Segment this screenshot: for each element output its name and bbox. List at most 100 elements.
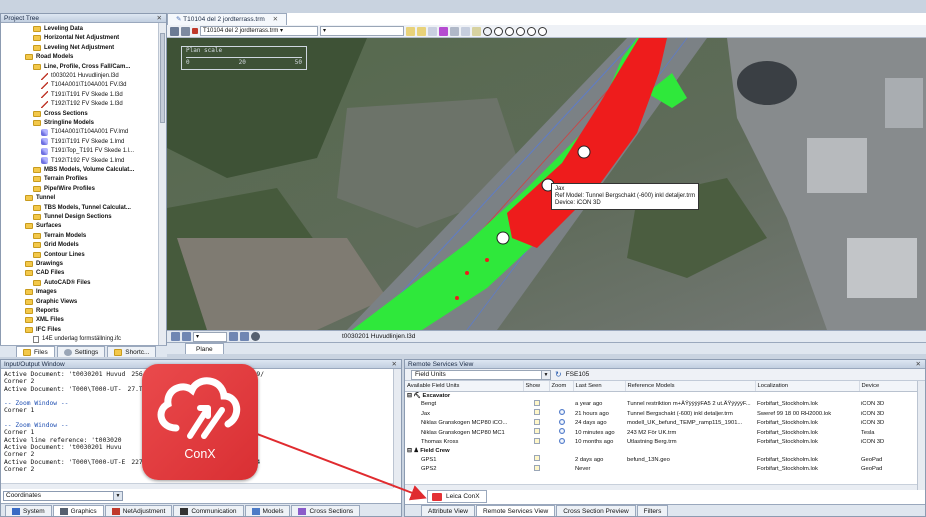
tree-item[interactable]: Terrain Profiles: [33, 175, 88, 183]
zoom-window-icon[interactable]: [516, 26, 525, 36]
layer-select[interactable]: ▾: [320, 26, 404, 36]
color-icon[interactable]: [192, 28, 198, 34]
tree-item[interactable]: Terrain Models: [33, 232, 86, 240]
tree-item[interactable]: Pipe/Wire Profiles: [33, 185, 95, 193]
table-row[interactable]: Niklas Granskogen MCP80 MC1 10 minutes ag…: [405, 428, 919, 437]
folder-open-icon[interactable]: [406, 26, 415, 36]
leica-conx-tab[interactable]: Leica ConX: [427, 490, 487, 503]
show-checkbox[interactable]: [534, 418, 540, 425]
tree-item[interactable]: AutoCAD® Files: [33, 279, 90, 287]
tree-item[interactable]: Drawings: [25, 260, 63, 268]
tab-plane[interactable]: Plane: [185, 343, 224, 354]
field-units-select[interactable]: Field Units ▼: [411, 369, 551, 380]
snap-icon[interactable]: [472, 26, 481, 36]
tree-item[interactable]: Road Models: [25, 53, 73, 61]
zoom-to-icon[interactable]: [559, 437, 565, 444]
close-icon[interactable]: ✕: [392, 360, 397, 369]
column-header[interactable]: Device: [859, 381, 920, 392]
tree-item[interactable]: T191\T191 FV Skede 1.lmd: [41, 138, 124, 146]
properties-icon[interactable]: [450, 26, 459, 36]
tree-item[interactable]: Surfaces: [25, 222, 61, 230]
show-checkbox[interactable]: [534, 409, 540, 416]
io-hscrollbar[interactable]: [1, 483, 393, 489]
show-checkbox[interactable]: [534, 428, 540, 435]
tree-item[interactable]: Grid Models: [33, 241, 79, 249]
circle-icon[interactable]: [483, 26, 492, 36]
tab-netadjustment[interactable]: NetAdjustment: [104, 505, 173, 516]
save-icon[interactable]: [417, 26, 426, 36]
tree-item[interactable]: T192\T192 FV Skede 1.lmd: [41, 157, 124, 165]
column-header[interactable]: Available Field Units: [405, 381, 524, 392]
doc-tab[interactable]: ✎ T10104 del 2 jordterrass.trm ✕: [167, 13, 288, 25]
column-header[interactable]: Last Seen: [573, 381, 626, 392]
nav-first-icon[interactable]: [171, 332, 180, 341]
table-row[interactable]: GPS1 2 days ago befund_13N.geo Forbifart_St…: [405, 455, 919, 464]
tree-item[interactable]: t0030201 Huvudlinjen.l3d: [41, 72, 119, 80]
zoom-to-icon[interactable]: [559, 428, 565, 435]
tab-communication[interactable]: Communication: [173, 505, 244, 516]
column-header[interactable]: Show: [523, 381, 550, 392]
tab-settings[interactable]: Settings: [56, 346, 106, 357]
zoom-previous-icon[interactable]: [538, 26, 547, 36]
document-select[interactable]: T10104 del 2 jordterrass.trm ▾: [200, 26, 318, 36]
tree-item[interactable]: T191\T191 FV Skede 1.l3d: [41, 91, 123, 99]
tree-item[interactable]: Tunnel Design Sections: [33, 213, 112, 221]
zoom-to-icon[interactable]: [559, 418, 565, 425]
remote-scrollbar[interactable]: [917, 381, 925, 490]
tree-item[interactable]: Horizontal Net Adjustment: [33, 34, 119, 42]
excavator-marker[interactable]: [496, 231, 510, 245]
tree-item[interactable]: Cross Sections: [33, 110, 88, 118]
tree-item[interactable]: MBS Models, Volume Calculat...: [33, 166, 134, 174]
print-icon[interactable]: [428, 26, 437, 36]
close-icon[interactable]: ✕: [273, 16, 278, 23]
tree-item[interactable]: Graphic Views: [25, 298, 77, 306]
tree-item[interactable]: Images: [25, 288, 57, 296]
tab-cross-section-preview[interactable]: Cross Section Preview: [556, 505, 636, 516]
tree-item[interactable]: Tunnel: [25, 194, 55, 202]
column-header[interactable]: Zoom: [549, 381, 574, 392]
coordinates-select[interactable]: Coordinates ▼: [3, 491, 123, 501]
tree-item[interactable]: T104A001\T104A001 FV.l3d: [41, 81, 127, 89]
measure-icon[interactable]: [439, 26, 448, 36]
refresh-icon[interactable]: ↻: [555, 370, 562, 379]
excavator-marker[interactable]: [577, 145, 591, 159]
table-row[interactable]: GPS2 Never Forbifart_Stockholm.lok GeoPad: [405, 464, 919, 474]
tree-item[interactable]: TBS Models, Tunnel Calculat...: [33, 204, 131, 212]
tab-filters[interactable]: Filters: [636, 505, 669, 516]
show-checkbox[interactable]: [534, 464, 540, 471]
column-header[interactable]: Localization: [755, 381, 860, 392]
io-scrollbar[interactable]: [393, 369, 401, 488]
tab-models[interactable]: Models: [244, 505, 291, 516]
tab-system[interactable]: System: [5, 505, 52, 516]
zoom-in-icon[interactable]: [494, 26, 503, 36]
group-row[interactable]: ⊟ ♟ Field Crew: [405, 447, 919, 455]
zoom-extents-icon[interactable]: [527, 26, 536, 36]
nav-next-icon[interactable]: [229, 332, 238, 341]
table-row[interactable]: Niklas Granskogen MCP80 iCO... 24 days ag…: [405, 418, 919, 428]
tree-item[interactable]: Leveling Data: [33, 25, 83, 33]
show-checkbox[interactable]: [534, 455, 540, 462]
tab-cross-sections[interactable]: Cross Sections: [291, 505, 361, 516]
show-checkbox[interactable]: [534, 399, 540, 406]
tree-scrollbar-thumb[interactable]: [160, 33, 165, 123]
aerial-map[interactable]: Plan scale 0 20 50 Jax Ref Model: Tunnel…: [167, 38, 926, 330]
nav-prev-icon[interactable]: [182, 332, 191, 341]
tree-scrollbar[interactable]: [158, 23, 166, 346]
tab-remote-services-view[interactable]: Remote Services View: [475, 505, 556, 516]
close-icon[interactable]: ✕: [916, 360, 921, 369]
grid-icon[interactable]: [170, 26, 179, 36]
settings-icon[interactable]: [251, 332, 260, 341]
close-icon[interactable]: ✕: [157, 14, 162, 23]
station-select[interactable]: ▾: [193, 331, 227, 342]
zoom-out-icon[interactable]: [505, 26, 514, 36]
tree-item[interactable]: T191\Top_T191 FV Skede 1.l...: [41, 147, 134, 155]
tab-graphics[interactable]: Graphics: [52, 505, 104, 516]
column-header[interactable]: Reference Models: [625, 381, 756, 392]
table-row[interactable]: Jax 21 hours ago Tunnel Bergschakt (-600) …: [405, 409, 919, 418]
tree-item[interactable]: Reports: [25, 307, 59, 315]
tree-item[interactable]: T104A001\T104A001 FV.lmd: [41, 128, 128, 136]
layers-icon[interactable]: [181, 26, 190, 36]
tree-item[interactable]: T192\T192 FV Skede 1.l3d: [41, 100, 123, 108]
tree-item[interactable]: 14E underlag formställning.ifc: [33, 335, 121, 343]
table-row[interactable]: Thomas Kross 10 months ago Utlastning Berg…: [405, 437, 919, 447]
